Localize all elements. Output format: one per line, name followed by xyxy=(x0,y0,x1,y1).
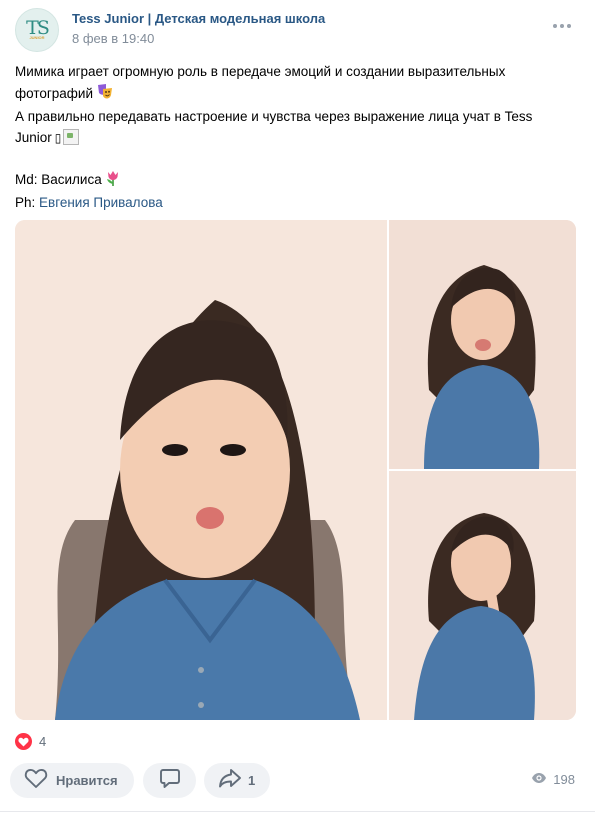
wall-post: TS JUNIOR Tess Junior | Детская модельна… xyxy=(0,0,595,816)
theater-masks-emoji xyxy=(96,83,114,108)
reactions-summary[interactable]: 4 xyxy=(15,733,46,750)
comment-button[interactable] xyxy=(143,763,196,798)
post-text: Мимика играет огромную роль в передаче э… xyxy=(15,62,575,214)
post-text-line: Junior ▯ xyxy=(15,128,575,149)
photo-1[interactable] xyxy=(15,220,387,720)
post-text-line: А правильно передавать настроение и чувс… xyxy=(15,107,575,128)
photo-2[interactable] xyxy=(389,220,576,469)
likes-count: 4 xyxy=(39,734,47,749)
views-counter: 198 xyxy=(531,772,575,787)
model-credit: Md: Василиса xyxy=(15,171,102,187)
photo-gallery xyxy=(15,220,576,720)
community-avatar[interactable]: TS JUNIOR xyxy=(15,8,59,52)
post-text-line-2: фотографий xyxy=(15,85,93,101)
post-text-line: Ph: Евгения Привалова xyxy=(15,193,575,214)
photographer-credit-label: Ph: xyxy=(15,195,40,210)
views-count: 198 xyxy=(553,772,575,787)
photographer-link[interactable]: Евгения Привалова xyxy=(39,195,163,210)
post-text-blank-line xyxy=(15,148,575,169)
post-text-line: фотографий xyxy=(15,83,575,108)
broken-image-icon xyxy=(63,128,80,145)
photo-3-image xyxy=(389,471,576,720)
post-divider xyxy=(0,811,595,812)
like-button-label: Нравится xyxy=(56,773,118,788)
share-button[interactable]: 1 xyxy=(204,763,270,798)
post-text-line: Мимика играет огромную роль в передаче э… xyxy=(15,62,575,83)
post-text-line: Md: Василиса xyxy=(15,169,575,194)
heart-icon xyxy=(15,733,32,750)
post-text-line-3: А правильно передавать настроение и чувс… xyxy=(15,109,533,124)
post-date-link[interactable]: 8 фев в 19:40 xyxy=(72,31,154,46)
share-count: 1 xyxy=(248,773,256,788)
photo-3[interactable] xyxy=(389,471,576,720)
photo-1-image xyxy=(15,220,387,720)
eye-icon xyxy=(531,772,547,787)
post-text-line-4: Junior xyxy=(15,129,52,145)
heart-outline-icon xyxy=(24,767,48,794)
share-icon xyxy=(218,767,242,794)
more-dots-icon[interactable] xyxy=(553,24,571,28)
tulip-emoji xyxy=(105,169,121,194)
avatar-subtitle: JUNIOR xyxy=(29,35,45,40)
missing-glyph: ▯ xyxy=(54,130,62,145)
like-button[interactable]: Нравится xyxy=(10,763,134,798)
post-text-line-1: Мимика играет огромную роль в передаче э… xyxy=(15,64,506,79)
photo-2-image xyxy=(389,220,576,469)
community-name-link[interactable]: Tess Junior | Детская модельная школа xyxy=(72,11,325,26)
comment-icon xyxy=(159,767,181,794)
